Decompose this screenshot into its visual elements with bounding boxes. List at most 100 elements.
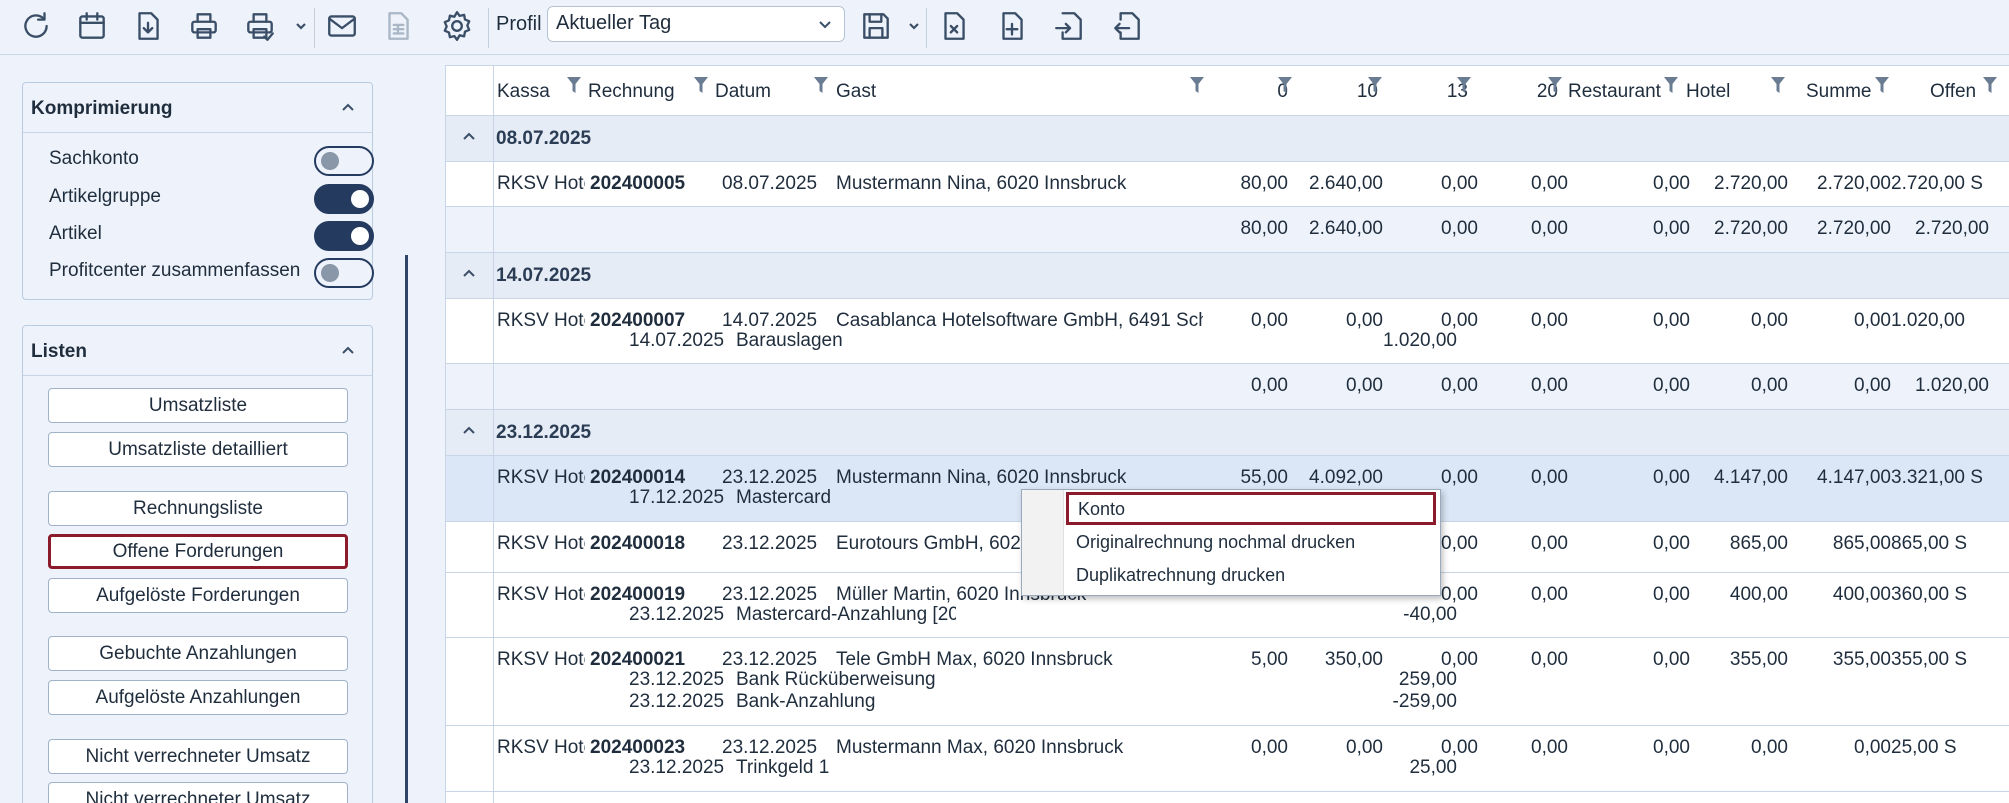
filter-icon[interactable] [1548,76,1562,93]
cell-subtotal-hotel: 2.720,00 [1714,218,1788,239]
cell-subtotal-v10: 2.640,00 [1309,218,1383,239]
filter-icon[interactable] [1983,76,1997,93]
group-row[interactable]: 14.07.2025 [446,253,2009,299]
table-row[interactable]: RKSV Hotel20240002123.12.2025Tele GmbH M… [446,638,2009,726]
export-icon[interactable] [126,4,170,48]
file-add-icon[interactable] [990,4,1034,48]
komprimierung-header[interactable]: Komprimierung [23,83,372,133]
cell-v10: 2.640,00 [1309,173,1383,194]
file-close-icon[interactable] [932,4,976,48]
umsatzliste-detailliert-button[interactable]: Umsatzliste detailliert [48,432,348,467]
table-row[interactable]: RKSV Hotel20240000714.07.2025Casablanca … [446,299,2009,364]
cell-sub-date: 23.12.2025 [629,691,725,712]
filter-icon[interactable] [1457,76,1471,93]
cell-sub-amount: -259,00 [1392,691,1457,712]
cell-sub-date: 17.12.2025 [629,487,725,508]
profil-select[interactable]: Aktueller Tag [547,6,845,42]
settings-icon[interactable] [435,4,479,48]
mail-icon[interactable] [320,4,364,48]
cell-hotel: 0,00 [1751,310,1788,331]
cell-datum: 23.12.2025 [722,649,818,670]
cell-sub-amount: 259,00 [1398,669,1457,690]
filter-icon[interactable] [1664,76,1678,93]
sidebar-scrollbar[interactable] [405,255,408,803]
table-header: Kassa Rechnung Datum Gast 0 10 13 20 Res… [446,66,2009,116]
cell-sub-text: Mastercard-Anzahlung [2025] [736,604,956,625]
group-row[interactable]: 23.12.2025 [446,410,2009,456]
cell-restaurant: 0,00 [1653,533,1690,554]
header-kassa[interactable]: Kassa [497,81,550,103]
cell-v0: 5,00 [1251,649,1288,670]
filter-icon[interactable] [1190,76,1204,93]
cell-subtotal-summe: 0,00 [1854,375,1891,396]
filter-icon[interactable] [814,76,828,93]
filter-icon[interactable] [1278,76,1292,93]
filter-icon[interactable] [1368,76,1382,93]
chevron-up-icon[interactable] [340,342,356,358]
group-date: 14.07.2025 [496,265,592,286]
cell-summe: 355,00 [1832,649,1891,670]
save-icon[interactable] [854,4,898,48]
sachkonto-toggle[interactable] [314,146,374,176]
cell-rechnung: 202400018 [590,533,686,554]
file-export-icon[interactable] [1105,4,1149,48]
toggle-label: Artikelgruppe [49,186,161,207]
forderungen-table: Kassa Rechnung Datum Gast 0 10 13 20 Res… [445,65,2009,803]
cell-sub-text: Barauslagen [736,330,843,351]
context-menu-item-duplikatrechnung[interactable]: Duplikatrechnung drucken [1066,558,1436,591]
filter-icon[interactable] [1771,76,1785,93]
print-icon[interactable] [182,4,226,48]
cell-datum: 23.12.2025 [722,467,818,488]
chevron-up-icon[interactable] [340,99,356,115]
cell-subtotal-v13: 0,00 [1441,218,1478,239]
header-restaurant[interactable]: Restaurant [1568,81,1661,103]
print-preview-icon[interactable] [238,4,282,48]
header-gast[interactable]: Gast [836,81,876,103]
profitcenter-toggle[interactable] [314,258,374,288]
nicht-verrechneter-umsatz-button[interactable]: Nicht verrechneter Umsatz [48,739,348,774]
table-row[interactable]: RKSV Hotel202400005 08.07.2025 Mustermann … [446,162,2009,207]
listen-header[interactable]: Listen [23,326,372,376]
cell-v20: 0,00 [1531,584,1568,605]
header-offen[interactable]: Offen [1930,81,1976,103]
filter-icon[interactable] [567,76,581,93]
toggle-row-artikel: Artikel [49,221,374,251]
toolbar: Profil Aktueller Tag [0,0,2009,55]
header-hotel[interactable]: Hotel [1686,81,1730,103]
header-datum[interactable]: Datum [715,81,771,103]
umsatzliste-button[interactable]: Umsatzliste [48,388,348,423]
toggle-label: Sachkonto [49,148,139,169]
cell-kassa: RKSV Hotel [497,533,585,554]
cell-subtotal-restaurant: 0,00 [1653,218,1690,239]
file-import-icon[interactable] [1047,4,1091,48]
offene-forderungen-button[interactable]: Offene Forderungen [48,534,348,569]
chevron-down-icon[interactable] [904,14,924,38]
cell-v10: 4.092,00 [1309,467,1383,488]
cell-kassa: RKSV Hotel [497,173,585,194]
table-row[interactable]: RKSV Hotel20240002323.12.2025Mustermann … [446,726,2009,792]
chevron-down-icon[interactable] [291,14,311,38]
context-menu-item-originalrechnung[interactable]: Originalrechnung nochmal drucken [1066,525,1436,558]
context-menu-item-konto[interactable]: Konto [1066,492,1436,525]
profil-select-value: Aktueller Tag [556,12,672,34]
artikelgruppe-toggle[interactable] [314,184,374,214]
cell-subtotal-offen: 2.720,00 [1915,218,1989,239]
rechnungsliste-button[interactable]: Rechnungsliste [48,491,348,526]
cell-offen: 355,00 S [1891,649,1968,670]
aufgeloeste-forderungen-button[interactable]: Aufgelöste Forderungen [48,578,348,613]
nicht-verrechneter-umsatz-button-2[interactable]: Nicht verrechneter Umsatz [48,782,348,803]
cell-v20: 0,00 [1531,310,1568,331]
group-row[interactable]: 08.07.2025 [446,116,2009,162]
refresh-icon[interactable] [14,4,58,48]
artikel-toggle[interactable] [314,221,374,251]
gebuchte-anzahlungen-button[interactable]: Gebuchte Anzahlungen [48,636,348,671]
filter-icon[interactable] [694,76,708,93]
cell-kassa: RKSV Hotel [497,310,585,331]
header-rechnung[interactable]: Rechnung [588,81,675,103]
header-summe[interactable]: Summe [1806,81,1871,103]
calendar-icon[interactable] [70,4,114,48]
aufgeloeste-anzahlungen-button[interactable]: Aufgelöste Anzahlungen [48,680,348,715]
filter-icon[interactable] [1875,76,1889,93]
cell-v20: 0,00 [1531,649,1568,670]
cell-datum: 23.12.2025 [722,584,818,605]
